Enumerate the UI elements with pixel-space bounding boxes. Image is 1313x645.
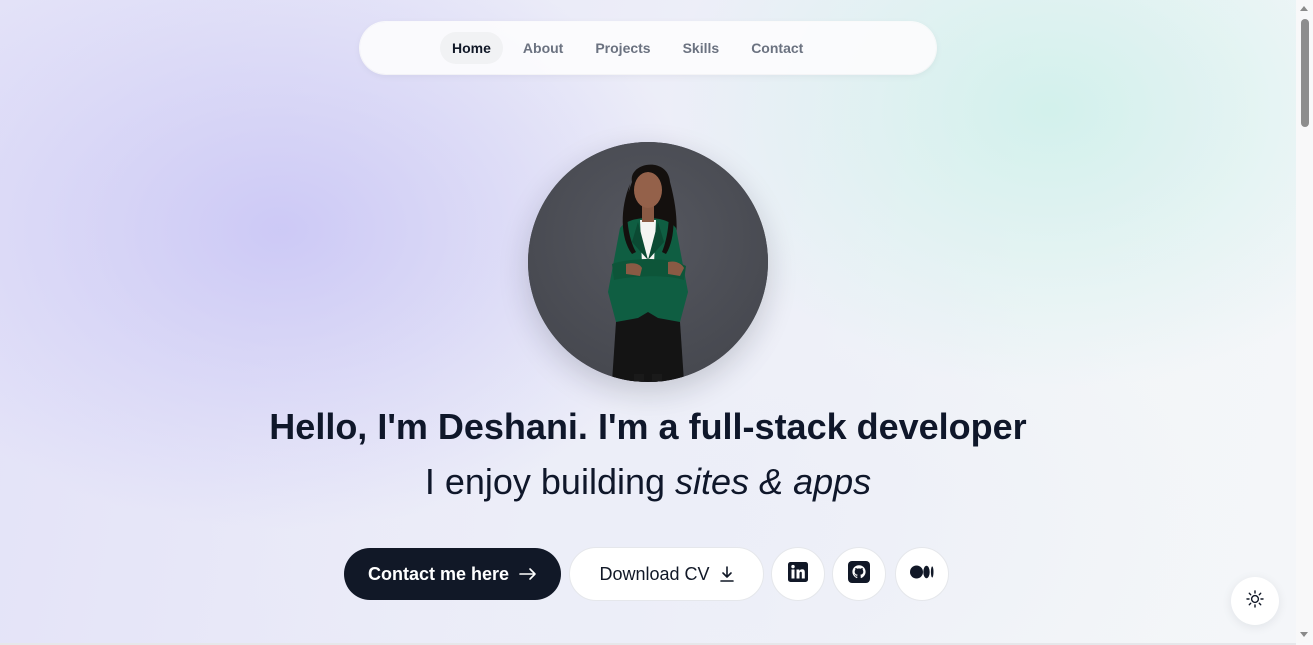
github-icon bbox=[848, 560, 870, 588]
github-button[interactable] bbox=[832, 547, 886, 601]
download-cv-label: Download CV bbox=[599, 563, 710, 584]
hero-subline: I enjoy building sites & apps bbox=[0, 460, 1296, 504]
top-navbar: Home About Projects Skills Contact bbox=[360, 22, 936, 74]
medium-icon bbox=[910, 565, 934, 584]
hero-im-a: I'm a bbox=[597, 406, 679, 447]
download-icon bbox=[719, 566, 734, 582]
scroll-down-arrow-icon[interactable] bbox=[1300, 632, 1308, 637]
vertical-scrollbar[interactable] bbox=[1296, 0, 1313, 645]
profile-avatar bbox=[528, 142, 768, 382]
hero-headline: Hello, I'm Deshani. I'm a full-stack dev… bbox=[0, 405, 1296, 449]
nav-item-about[interactable]: About bbox=[511, 32, 575, 64]
download-cv-button[interactable]: Download CV bbox=[569, 547, 764, 601]
scrollbar-thumb[interactable] bbox=[1301, 19, 1309, 127]
medium-button[interactable] bbox=[895, 547, 949, 601]
contact-me-button[interactable]: Contact me here bbox=[344, 548, 561, 600]
linkedin-icon bbox=[788, 561, 808, 587]
hero-enjoy: I enjoy building bbox=[424, 461, 666, 502]
hero-role: full-stack developer bbox=[688, 406, 1027, 447]
nav-item-contact[interactable]: Contact bbox=[739, 32, 815, 64]
nav-item-projects[interactable]: Projects bbox=[583, 32, 662, 64]
linkedin-button[interactable] bbox=[771, 547, 825, 601]
arrow-right-icon bbox=[519, 567, 537, 581]
scroll-up-arrow-icon[interactable] bbox=[1300, 6, 1308, 11]
nav-item-home[interactable]: Home bbox=[440, 32, 503, 64]
theme-toggle-button[interactable] bbox=[1231, 577, 1279, 625]
contact-me-label: Contact me here bbox=[367, 563, 510, 584]
nav-item-skills[interactable]: Skills bbox=[671, 32, 732, 64]
sun-icon bbox=[1246, 589, 1264, 613]
hero-greeting: Hello, I'm Deshani. bbox=[269, 406, 588, 447]
hero-building-what: sites & apps bbox=[675, 461, 872, 502]
